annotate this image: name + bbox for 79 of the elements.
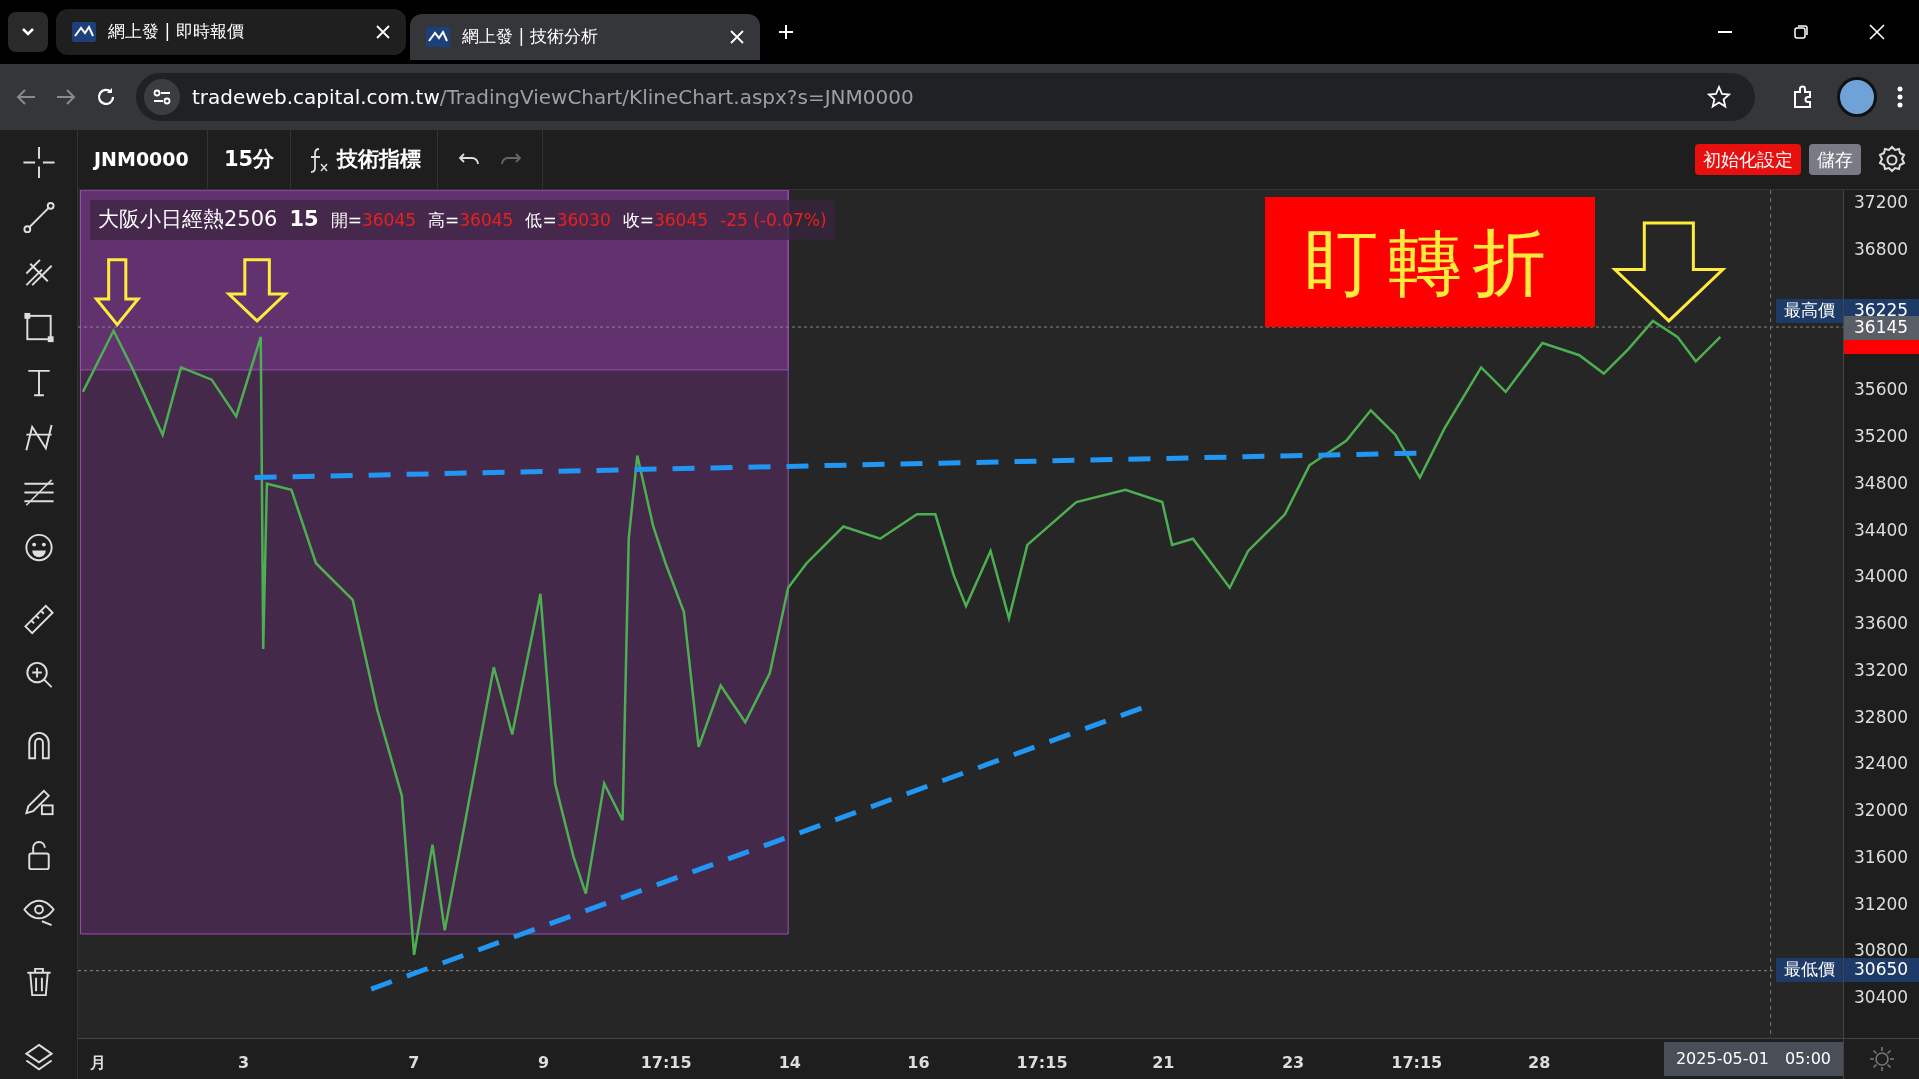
profile-avatar[interactable]	[1837, 77, 1877, 117]
ohlc-value: 低=36030	[525, 209, 611, 232]
price-tick: 32000	[1854, 802, 1909, 820]
time-tick: 21	[1152, 1052, 1175, 1074]
price-tick: 30800	[1854, 942, 1909, 960]
price-tick: 31200	[1854, 895, 1909, 913]
price-tick: 34000	[1854, 568, 1909, 586]
star-icon[interactable]	[1707, 85, 1731, 109]
time-tick: 16	[907, 1052, 930, 1074]
browser-tab[interactable]: 網上發 | 即時報價	[56, 9, 406, 55]
time-tick: 23	[1281, 1052, 1305, 1074]
line-tool-icon[interactable]	[21, 201, 56, 235]
price-tick: 32800	[1854, 708, 1909, 726]
tab-title: 網上發 | 即時報價	[108, 20, 245, 44]
down-arrow[interactable]	[1611, 221, 1727, 323]
current-price-tag: 36145	[1844, 316, 1919, 341]
time-tick: 17:15	[640, 1052, 692, 1074]
back-icon[interactable]	[16, 88, 36, 106]
more-menu-icon[interactable]	[1897, 86, 1903, 108]
reset-settings-button[interactable]: 初始化設定	[1695, 144, 1801, 175]
price-tick: 32400	[1854, 755, 1909, 773]
minimize-icon	[1718, 31, 1732, 33]
ohlc-value: 高=36045	[428, 209, 514, 232]
restore-icon	[1794, 25, 1808, 39]
interval-label: 15	[289, 206, 319, 233]
annotation-label: 盯轉折	[1265, 197, 1595, 327]
time-tick: 7	[408, 1052, 420, 1074]
address-bar[interactable]: tradeweb.capital.com.tw/TradingViewChart/KlineChart.aspx?s=JNM0000	[136, 73, 1755, 121]
price-tick: 35200	[1854, 428, 1909, 446]
brightness-icon[interactable]	[1868, 1046, 1895, 1072]
plus-icon	[778, 24, 794, 40]
cursor-date: 2025-05-01	[1675, 1048, 1769, 1070]
indicators-button[interactable]: 技術指標	[291, 130, 439, 189]
interval-button[interactable]: 15分	[208, 130, 292, 189]
close-icon	[1869, 24, 1885, 40]
cursor-time: 05:00	[1784, 1048, 1831, 1070]
chevron-down-icon	[21, 27, 35, 37]
close-tab-icon[interactable]	[730, 30, 744, 44]
time-tick: 17:15	[1391, 1052, 1443, 1074]
price-tick: 30400	[1854, 989, 1909, 1007]
crosshair-icon[interactable]	[21, 146, 56, 180]
tab-title: 網上發 | 技術分析	[462, 25, 599, 49]
reload-icon[interactable]	[96, 87, 116, 107]
time-tick: 月	[89, 1052, 106, 1074]
save-button[interactable]: 儲存	[1809, 144, 1861, 175]
symbol-button[interactable]: JNM0000	[78, 130, 208, 189]
price-tick: 33600	[1854, 615, 1909, 633]
tab-list-button[interactable]	[8, 12, 48, 52]
price-tick: 36800	[1854, 241, 1909, 258]
site-logo-icon	[72, 22, 96, 42]
time-tick: 3	[238, 1052, 250, 1074]
browser-tab[interactable]: 網上發 | 技術分析	[410, 14, 760, 60]
time-tick: 17:15	[1016, 1052, 1068, 1074]
ohlc-value: 開=36045	[330, 209, 417, 232]
close-tab-icon[interactable]	[376, 25, 390, 39]
settings-icon[interactable]	[1877, 144, 1907, 175]
ohlc-value: 收=36045	[622, 209, 709, 232]
time-tick: 14	[778, 1052, 801, 1074]
price-tick: 34800	[1854, 474, 1909, 492]
high-price-label: 最高價	[1776, 299, 1843, 323]
rectangle-tool-icon[interactable]	[21, 311, 56, 345]
site-settings-icon[interactable]	[144, 79, 180, 115]
low-price-tag: 30650	[1844, 957, 1919, 982]
time-tick: 9	[538, 1052, 550, 1074]
price-tick: 35600	[1854, 381, 1909, 399]
site-logo-icon	[426, 27, 450, 47]
down-arrow[interactable]	[93, 258, 142, 327]
ruler-icon[interactable]	[21, 602, 56, 636]
forward-icon[interactable]	[56, 88, 76, 106]
price-tick: 33200	[1854, 661, 1909, 679]
symbol-name: 大阪小日經熱2506	[98, 206, 278, 233]
price-tick: 31600	[1854, 848, 1909, 866]
url-text: tradeweb.capital.com.tw/TradingViewChart/KlineChart.aspx?s=JNM0000	[192, 84, 914, 111]
time-tick: 28	[1528, 1052, 1551, 1074]
down-arrow[interactable]	[225, 258, 290, 323]
price-tick: 34400	[1854, 521, 1909, 539]
price-change: -25 (-0.07%)	[720, 209, 827, 232]
price-tick: 37200	[1854, 194, 1909, 212]
low-price-label: 最低價	[1776, 957, 1843, 982]
